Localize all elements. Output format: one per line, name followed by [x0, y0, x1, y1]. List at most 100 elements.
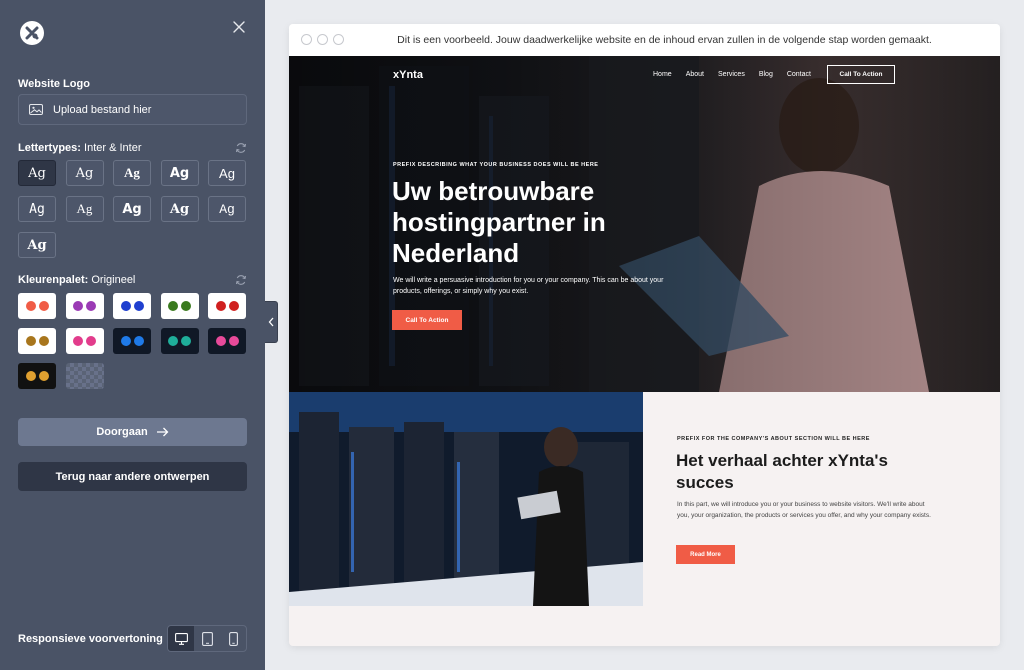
close-icon[interactable]	[230, 18, 248, 36]
continue-label: Doorgaan	[96, 426, 148, 438]
palette-color-dot	[133, 336, 144, 346]
nav-blog[interactable]: Blog	[759, 71, 773, 78]
palette-option[interactable]	[160, 293, 199, 319]
back-to-designs-button[interactable]: Terug naar andere ontwerpen	[18, 462, 247, 491]
hero-prefix: PREFIX DESCRIBING WHAT YOUR BUSINESS DOE…	[393, 162, 599, 168]
about-prefix: PREFIX FOR THE COMPANY'S ABOUT SECTION W…	[677, 436, 870, 442]
font-option[interactable]: Ag	[208, 196, 246, 222]
palette-color-dot	[215, 336, 226, 346]
mobile-view-button[interactable]	[220, 626, 246, 651]
image-icon	[29, 104, 43, 115]
palette-color-dot	[25, 371, 36, 381]
responsive-preview-label: Responsieve voorvertoning	[18, 633, 163, 645]
palette-option[interactable]	[208, 328, 246, 354]
palette-color-dot	[228, 336, 239, 346]
palette-color-dot	[120, 336, 131, 346]
brand-name[interactable]: xYnta	[393, 69, 423, 81]
continue-button[interactable]: Doorgaan	[18, 418, 247, 446]
palette-value: Origineel	[91, 274, 136, 286]
palette-option[interactable]	[160, 328, 199, 354]
about-section: PREFIX FOR THE COMPANY'S ABOUT SECTION W…	[643, 392, 1000, 606]
palette-option[interactable]	[18, 363, 56, 389]
palette-color-dot	[38, 371, 49, 381]
palette-color-dot	[133, 301, 144, 311]
tablet-view-button[interactable]	[194, 626, 220, 651]
palette-color-dot	[86, 336, 96, 346]
website-logo-label: Website Logo	[18, 78, 90, 90]
fonts-value: Inter & Inter	[84, 142, 142, 154]
palette-option[interactable]	[113, 293, 151, 319]
hero-section: xYnta Home About Services Blog Contact C…	[289, 56, 1000, 392]
about-image	[289, 392, 643, 606]
hero-cta-button[interactable]: Call To Action	[392, 310, 462, 330]
refresh-fonts-icon[interactable]	[235, 142, 247, 154]
window-dot	[317, 34, 328, 45]
main-nav: Home About Services Blog Contact	[653, 71, 811, 78]
window-dot	[301, 34, 312, 45]
preview-notice: Dit is een voorbeeld. Jouw daadwerkelijk…	[397, 34, 932, 46]
palette-color-dot	[181, 336, 191, 346]
font-option[interactable]: Ag	[18, 232, 56, 258]
palette-color-dot	[25, 301, 36, 311]
upload-label: Upload bestand hier	[53, 103, 152, 116]
font-option[interactable]: Ag	[113, 196, 151, 222]
desktop-view-button[interactable]	[168, 626, 194, 651]
hero-title: Uw betrouwbare hostingpartner in Nederla…	[392, 176, 606, 268]
palette-option[interactable]	[65, 328, 104, 354]
back-label: Terug naar andere ontwerpen	[55, 470, 210, 483]
nav-contact[interactable]: Contact	[787, 71, 811, 78]
about-text: In this part, we will introduce you or y…	[677, 501, 931, 519]
font-option[interactable]: Ag	[113, 160, 151, 186]
palette-label-text: Kleurenpalet:	[18, 274, 89, 286]
fonts-label-text: Lettertypes:	[18, 142, 81, 154]
mobile-icon	[228, 631, 238, 646]
palette-color-dot	[168, 301, 178, 311]
chevron-left-icon	[268, 317, 273, 327]
palette-color-dot	[38, 301, 49, 311]
palette-color-dot	[181, 301, 191, 311]
tablet-icon	[201, 631, 213, 646]
palette-option[interactable]	[113, 328, 151, 354]
desktop-icon	[174, 632, 188, 645]
app-logo	[20, 21, 44, 45]
browser-bar: Dit is een voorbeeld. Jouw daadwerkelijk…	[289, 24, 1000, 56]
upload-logo-button[interactable]: Upload bestand hier	[18, 94, 247, 125]
font-option[interactable]: Ag	[18, 196, 56, 222]
website-preview: Dit is een voorbeeld. Jouw daadwerkelijk…	[289, 24, 1000, 646]
palette-color-dot	[228, 301, 239, 311]
palette-option[interactable]	[18, 328, 56, 354]
palette-color-dot	[73, 336, 83, 346]
sidebar: Website Logo Upload bestand hier Lettert…	[0, 0, 265, 670]
font-option[interactable]: Ag	[160, 160, 199, 186]
custom-palette-option[interactable]	[65, 363, 104, 389]
fonts-label: Lettertypes: Inter & Inter	[18, 142, 142, 154]
palette-color-dot	[38, 336, 49, 346]
collapse-sidebar-button[interactable]	[265, 301, 278, 343]
palette-color-dot	[168, 336, 178, 346]
palette-color-dot	[86, 301, 96, 311]
font-option[interactable]: Ag	[18, 160, 56, 186]
font-option[interactable]: Ag	[208, 160, 246, 186]
palette-color-dot	[73, 301, 83, 311]
palette-color-dot	[25, 336, 36, 346]
nav-about[interactable]: About	[686, 71, 704, 78]
hero-text: We will write a persuasive introduction …	[393, 277, 664, 295]
nav-cta-button[interactable]: Call To Action	[827, 65, 895, 84]
palette-option[interactable]	[18, 293, 56, 319]
font-option[interactable]: Ag	[65, 196, 104, 222]
read-more-button[interactable]: Read More	[676, 545, 735, 564]
font-option[interactable]: Ag	[65, 160, 104, 186]
device-switcher	[167, 625, 247, 652]
font-option[interactable]: Ag	[160, 196, 199, 222]
arrow-right-icon	[156, 427, 169, 437]
refresh-palette-icon[interactable]	[235, 274, 247, 286]
server-room-image	[289, 392, 643, 606]
palette-color-dot	[215, 301, 226, 311]
logo-mark-icon	[25, 26, 39, 40]
palette-option[interactable]	[65, 293, 104, 319]
nav-home[interactable]: Home	[653, 71, 672, 78]
palette-option[interactable]	[208, 293, 246, 319]
about-title: Het verhaal achter xYnta's succes	[676, 451, 888, 492]
nav-services[interactable]: Services	[718, 71, 745, 78]
palette-color-dot	[120, 301, 131, 311]
